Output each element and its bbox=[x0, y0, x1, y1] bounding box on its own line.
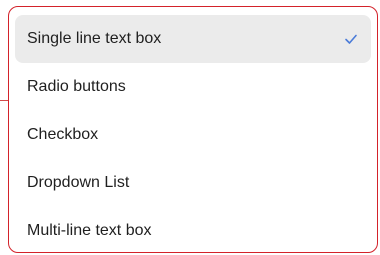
option-label: Dropdown List bbox=[27, 174, 130, 191]
option-label: Single line text box bbox=[27, 30, 162, 47]
option-label: Checkbox bbox=[27, 126, 99, 143]
option-label: Radio buttons bbox=[27, 78, 126, 95]
option-multi-line-text-box[interactable]: Multi-line text box bbox=[15, 207, 371, 255]
option-dropdown-list[interactable]: Dropdown List bbox=[15, 159, 371, 207]
field-type-dropdown-menu: Single line text box Radio buttons Check… bbox=[8, 6, 378, 253]
underlying-field-border bbox=[0, 100, 8, 101]
option-single-line-text-box[interactable]: Single line text box bbox=[15, 15, 371, 63]
stage: Single line text box Radio buttons Check… bbox=[0, 0, 380, 255]
checkmark-icon bbox=[343, 31, 359, 47]
option-checkbox[interactable]: Checkbox bbox=[15, 111, 371, 159]
option-radio-buttons[interactable]: Radio buttons bbox=[15, 63, 371, 111]
option-label: Multi-line text box bbox=[27, 222, 152, 239]
